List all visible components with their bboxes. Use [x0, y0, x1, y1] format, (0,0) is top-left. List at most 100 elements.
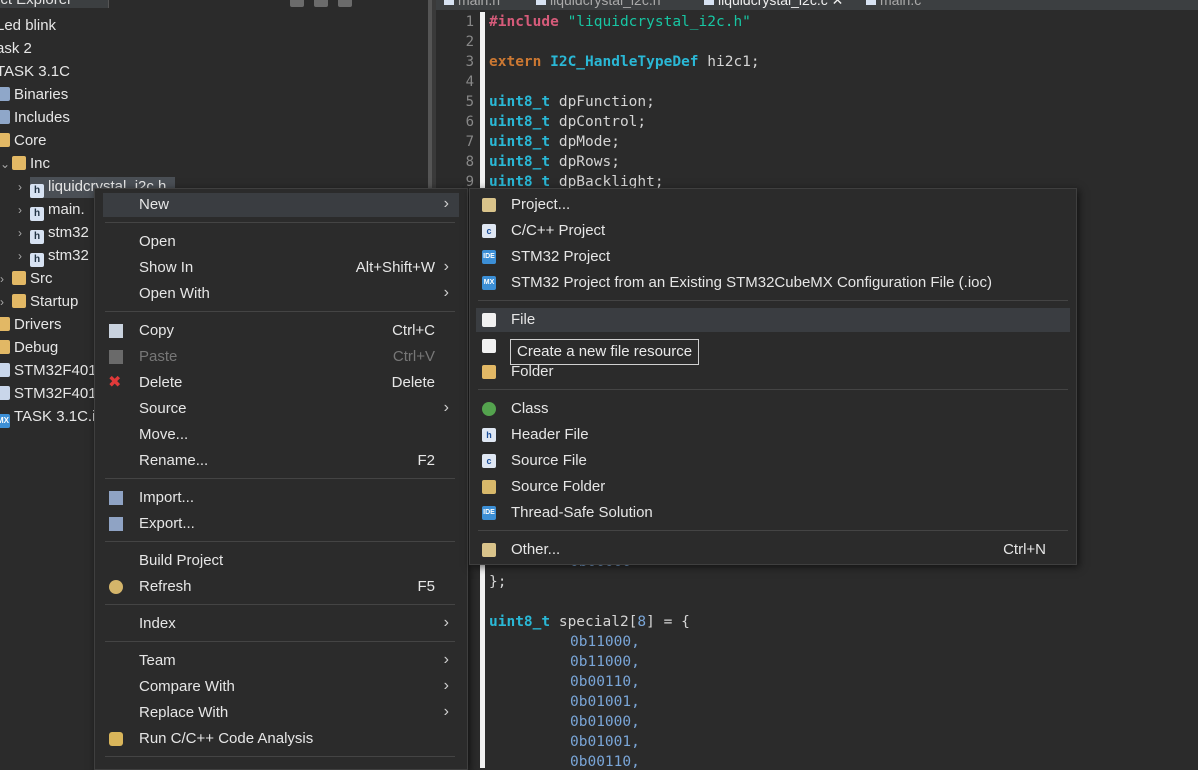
menu-item-label: Rename...	[139, 452, 209, 469]
menu-item-label: New	[139, 196, 170, 213]
menu-item-label: Build Project	[139, 552, 224, 569]
tree-item-label: Binaries	[14, 86, 69, 103]
editor-tab-bar: main.h liquidcrystal_i2c.h liquidcrystal…	[436, 0, 1198, 10]
tree-item-project[interactable]: Led blink	[0, 14, 56, 37]
tree-item-file[interactable]: STM32F401	[0, 359, 97, 382]
tree-item-file[interactable]: STM32F401	[0, 382, 97, 405]
submenu-item-source-folder[interactable]: Source Folder	[476, 475, 1070, 499]
code-line[interactable]: uint8_t dpMode;	[489, 134, 620, 150]
menu-item-paste[interactable]: Paste Ctrl+V	[103, 345, 459, 369]
menu-item-move[interactable]: Move...	[103, 423, 459, 447]
chevron-right-icon[interactable]: ›	[0, 291, 12, 314]
tree-item-file[interactable]: › h main.	[18, 198, 85, 221]
tree-item-label: Drivers	[14, 316, 62, 333]
tree-item-file[interactable]: › h stm32	[18, 221, 89, 244]
submenu-item-class[interactable]: Class	[476, 397, 1070, 421]
menu-item-import[interactable]: Import...	[103, 486, 459, 510]
code-line[interactable]: };	[489, 574, 506, 590]
source-folder-icon	[482, 480, 496, 494]
menu-item-compare-with[interactable]: Compare With ›	[103, 675, 459, 699]
menu-separator	[105, 641, 455, 642]
menu-item-replace-with[interactable]: Replace With ›	[103, 701, 459, 725]
tree-item-label: ask 2	[0, 40, 32, 57]
folder-icon	[12, 294, 26, 308]
collapse-all-icon[interactable]	[290, 0, 304, 7]
filter-icon[interactable]	[338, 0, 353, 7]
tree-item-file[interactable]: › h stm32	[18, 244, 89, 267]
tab-liquidcrystal-h[interactable]: liquidcrystal_i2c.h	[536, 0, 661, 9]
code-type: uint8_t	[489, 134, 551, 150]
submenu-item-file[interactable]: File	[476, 308, 1070, 332]
menu-item-refresh[interactable]: Refresh F5	[103, 575, 459, 599]
code-line[interactable]: 0b01000,	[570, 714, 640, 730]
tree-item-inc[interactable]: ⌄ Inc	[0, 152, 50, 175]
menu-separator	[105, 311, 455, 312]
tree-item-includes[interactable]: Includes	[0, 106, 70, 129]
submenu-item-project[interactable]: Project...	[476, 193, 1070, 217]
menu-item-team[interactable]: Team ›	[103, 649, 459, 673]
project-explorer-tab[interactable]: ect Explorer ✕	[0, 0, 109, 8]
submenu-item-stm32-project[interactable]: IDE STM32 Project	[476, 245, 1070, 269]
menu-item-run-code-analysis[interactable]: Run C/C++ Code Analysis	[103, 727, 459, 751]
submenu-item-thread-safe-solution[interactable]: IDE Thread-Safe Solution	[476, 501, 1070, 525]
chevron-down-icon[interactable]: ⌄	[0, 153, 12, 176]
code-line[interactable]: 0b01001,	[570, 694, 640, 710]
menu-item-label: STM32 Project	[511, 248, 611, 265]
tree-item-label: Includes	[14, 109, 70, 126]
submenu-item-source-file[interactable]: c Source File	[476, 449, 1070, 473]
submenu-item-cpp-project[interactable]: c C/C++ Project	[476, 219, 1070, 243]
code-line[interactable]: 0b11000,	[570, 654, 640, 670]
header-file-icon: h	[30, 184, 44, 198]
close-icon[interactable]: ✕	[88, 0, 99, 4]
menu-item-delete[interactable]: ✖ Delete Delete	[103, 371, 459, 395]
menu-item-open-with[interactable]: Open With ›	[103, 282, 459, 306]
tree-item-file[interactable]: MX TASK 3.1C.io	[0, 405, 104, 428]
tree-item-label: STM32F401	[14, 362, 97, 379]
tree-item-drivers[interactable]: Drivers	[0, 313, 62, 336]
linker-file-icon	[0, 363, 10, 377]
close-icon[interactable]: ✕	[832, 0, 844, 8]
chevron-right-icon[interactable]: ›	[18, 222, 30, 245]
tree-item-label: STM32F401	[14, 385, 97, 402]
tab-main-c[interactable]: main.c	[866, 0, 921, 9]
tab-main-h[interactable]: main.h	[444, 0, 500, 9]
tab-liquidcrystal-c[interactable]: liquidcrystal_i2c.c ✕	[704, 0, 843, 9]
menu-item-index[interactable]: Index ›	[103, 612, 459, 636]
submenu-item-other[interactable]: Other... Ctrl+N	[476, 538, 1070, 562]
line-number: 5	[465, 94, 474, 110]
link-editor-icon[interactable]	[314, 0, 329, 7]
code-line[interactable]: uint8_t dpControl;	[489, 114, 646, 130]
code-line[interactable]: uint8_t dpFunction;	[489, 94, 655, 110]
tree-item-startup[interactable]: › Startup	[0, 290, 78, 313]
code-line[interactable]: uint8_t special2[8] = {	[489, 614, 690, 630]
menu-item-build-project[interactable]: Build Project	[103, 549, 459, 573]
tree-item-project[interactable]: ask 2	[0, 37, 32, 60]
linker-file-icon	[0, 386, 10, 400]
tree-item-binaries[interactable]: Binaries	[0, 83, 68, 106]
code-line[interactable]: 0b01001,	[570, 734, 640, 750]
menu-item-rename[interactable]: Rename... F2	[103, 449, 459, 473]
code-line[interactable]: 0b00110,	[570, 674, 640, 690]
chevron-right-icon[interactable]: ›	[18, 176, 30, 199]
code-line[interactable]: uint8_t dpRows;	[489, 154, 620, 170]
submenu-item-header-file[interactable]: h Header File	[476, 423, 1070, 447]
chevron-right-icon[interactable]: ›	[18, 199, 30, 222]
tree-item-src[interactable]: › Src	[0, 267, 53, 290]
code-line[interactable]: #include "liquidcrystal_i2c.h"	[489, 14, 751, 30]
code-line[interactable]: extern I2C_HandleTypeDef hi2c1;	[489, 54, 760, 70]
code-line[interactable]: 0b11000,	[570, 634, 640, 650]
menu-item-new[interactable]: New ›	[103, 193, 459, 217]
menu-item-open[interactable]: Open	[103, 230, 459, 254]
menu-item-show-in[interactable]: Show In Alt+Shift+W ›	[103, 256, 459, 280]
menu-item-copy[interactable]: Copy Ctrl+C	[103, 319, 459, 343]
tree-item-debug[interactable]: Debug	[0, 336, 58, 359]
submenu-item-stm32-from-ioc[interactable]: MX STM32 Project from an Existing STM32C…	[476, 271, 1070, 295]
chevron-right-icon: ›	[443, 258, 449, 275]
menu-item-export[interactable]: Export...	[103, 512, 459, 536]
chevron-right-icon[interactable]: ›	[0, 268, 12, 291]
tree-item-core[interactable]: Core	[0, 129, 47, 152]
menu-item-source[interactable]: Source ›	[103, 397, 459, 421]
tree-item-project[interactable]: TASK 3.1C	[0, 60, 70, 83]
code-number: 0b11000,	[570, 654, 640, 670]
chevron-right-icon[interactable]: ›	[18, 245, 30, 268]
